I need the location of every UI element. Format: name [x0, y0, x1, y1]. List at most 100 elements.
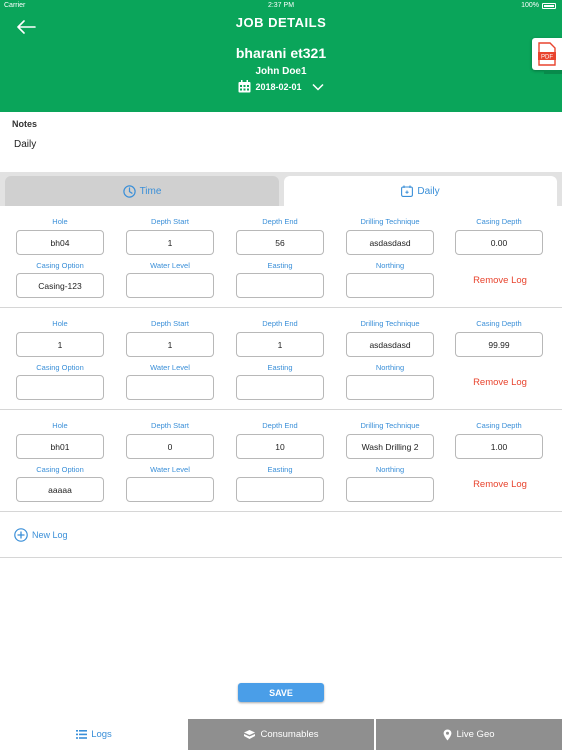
new-log-button[interactable]: New Log — [14, 528, 68, 542]
tab-daily-label: Daily — [417, 185, 440, 197]
depth-start-field[interactable]: 1 — [126, 230, 214, 255]
pdf-label: PDF — [541, 55, 553, 61]
job-name: bharani et321 — [235, 45, 327, 61]
notes-label: Notes — [12, 119, 38, 129]
water-level-label: Water Level — [150, 363, 190, 372]
drilling-technique-field[interactable]: asdasdasd — [346, 332, 434, 357]
hole-label: Hole — [52, 421, 68, 430]
casing-option-label: Casing Option — [36, 465, 84, 474]
bottom-tab-live-geo[interactable]: Live Geo — [376, 719, 562, 750]
hole-label: Hole — [52, 319, 68, 328]
easting-field[interactable] — [236, 273, 324, 298]
tab-daily[interactable]: Daily — [284, 176, 557, 206]
log-row: Hole bh04 Depth Start 1 Depth End 56 Drilling … — [0, 206, 562, 308]
depth-end-label: Depth End — [262, 319, 298, 328]
depth-start-label: Depth Start — [151, 421, 189, 430]
plus-circle-icon — [14, 528, 28, 542]
depth-start-field[interactable]: 0 — [126, 434, 214, 459]
drilling-technique-field[interactable]: asdasdasd — [346, 230, 434, 255]
pdf-button-shadow — [544, 70, 562, 74]
bottom-tab-live-geo-label: Live Geo — [456, 729, 495, 740]
bottom-tab-logs-label: Logs — [91, 729, 112, 740]
battery-indicator: 100% — [521, 2, 556, 9]
depth-end-field[interactable]: 1 — [236, 332, 324, 357]
log-row: Hole bh01 Depth Start 0 Depth End 10 Drilling … — [0, 410, 562, 512]
depth-start-label: Depth Start — [151, 217, 189, 226]
tab-time-label: Time — [139, 185, 162, 197]
customer-name: John Doe1 — [255, 66, 307, 77]
casing-depth-field[interactable]: 1.00 — [455, 434, 543, 459]
casing-depth-label: Casing Depth — [476, 319, 522, 328]
casing-option-field[interactable]: aaaaa — [16, 477, 104, 502]
water-level-label: Water Level — [150, 465, 190, 474]
northing-label: Northing — [375, 363, 405, 372]
casing-option-field[interactable]: Casing-123 — [16, 273, 104, 298]
depth-start-field[interactable]: 1 — [126, 332, 214, 357]
date-selector[interactable]: 2018-02-01 — [0, 80, 562, 93]
casing-option-label: Casing Option — [36, 363, 84, 372]
northing-field[interactable] — [346, 273, 434, 298]
calendar-icon — [238, 80, 251, 93]
drilling-technique-field[interactable]: Wash Drilling 2 — [346, 434, 434, 459]
hole-field[interactable]: 1 — [16, 332, 104, 357]
easting-label: Easting — [267, 465, 293, 474]
depth-end-label: Depth End — [262, 217, 298, 226]
depth-end-field[interactable]: 10 — [236, 434, 324, 459]
list-icon — [76, 730, 88, 739]
depth-end-label: Depth End — [262, 421, 298, 430]
northing-field[interactable] — [346, 375, 434, 400]
battery-percent: 100% — [521, 2, 539, 9]
casing-depth-field[interactable]: 0.00 — [455, 230, 543, 255]
bottom-tab-consumables-label: Consumables — [260, 729, 319, 740]
bottom-tab-logs[interactable]: Logs — [0, 719, 188, 750]
hole-field[interactable]: bh01 — [16, 434, 104, 459]
box-icon — [244, 730, 256, 739]
northing-field[interactable] — [346, 477, 434, 502]
log-row: Hole 1 Depth Start 1 Depth End 1 Drilling Tech… — [0, 308, 562, 410]
depth-end-field[interactable]: 56 — [236, 230, 324, 255]
tab-time[interactable]: Time — [5, 176, 279, 206]
casing-depth-label: Casing Depth — [476, 421, 522, 430]
drilling-technique-label: Drilling Technique — [360, 217, 420, 226]
northing-label: Northing — [375, 465, 405, 474]
clock-time: 2:37 PM — [267, 2, 295, 9]
casing-option-label: Casing Option — [36, 261, 84, 270]
easting-label: Easting — [267, 363, 293, 372]
easting-label: Easting — [267, 261, 293, 270]
remove-log-button[interactable]: Remove Log — [460, 275, 540, 286]
clock-icon — [122, 184, 136, 198]
pdf-file-icon: PDF — [538, 42, 556, 66]
bottom-tab-bar: Logs Consumables Live Geo — [0, 719, 562, 750]
water-level-label: Water Level — [150, 261, 190, 270]
casing-option-field[interactable] — [16, 375, 104, 400]
bottom-tab-consumables[interactable]: Consumables — [188, 719, 375, 750]
easting-field[interactable] — [236, 375, 324, 400]
northing-label: Northing — [375, 261, 405, 270]
page-title: JOB DETAILS — [235, 15, 327, 30]
hole-label: Hole — [52, 217, 68, 226]
pdf-export-button[interactable]: PDF — [532, 38, 562, 70]
water-level-field[interactable] — [126, 273, 214, 298]
easting-field[interactable] — [236, 477, 324, 502]
divider — [0, 557, 562, 558]
drilling-technique-label: Drilling Technique — [360, 319, 420, 328]
date-value: 2018-02-01 — [255, 81, 302, 92]
location-pin-icon — [444, 729, 452, 740]
water-level-field[interactable] — [126, 477, 214, 502]
header-bar: Carrier 2:37 PM 100% JOB DETAILS bharani… — [0, 0, 562, 112]
notes-value[interactable]: Daily — [14, 139, 36, 150]
status-bar: Carrier 2:37 PM 100% — [0, 0, 562, 12]
battery-icon — [542, 2, 556, 9]
chevron-down-icon — [311, 83, 324, 91]
casing-depth-field[interactable]: 99.99 — [455, 332, 543, 357]
drilling-technique-label: Drilling Technique — [360, 421, 420, 430]
save-button[interactable]: SAVE — [238, 683, 324, 702]
depth-start-label: Depth Start — [151, 319, 189, 328]
remove-log-button[interactable]: Remove Log — [460, 479, 540, 490]
remove-log-button[interactable]: Remove Log — [460, 377, 540, 388]
calendar-icon — [401, 185, 414, 197]
casing-depth-label: Casing Depth — [476, 217, 522, 226]
water-level-field[interactable] — [126, 375, 214, 400]
hole-field[interactable]: bh04 — [16, 230, 104, 255]
new-log-label: New Log — [32, 530, 68, 540]
